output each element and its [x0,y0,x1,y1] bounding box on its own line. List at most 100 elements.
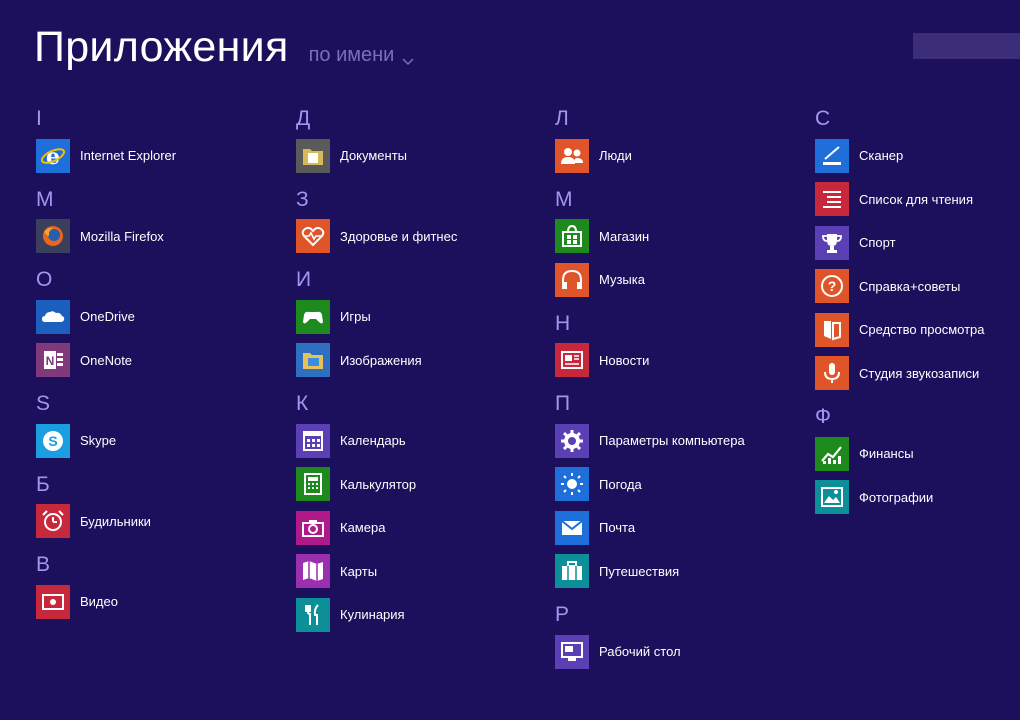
app-label: Карты [340,563,378,579]
app-почта[interactable]: Почта [555,506,795,550]
onenote-icon: N [36,343,70,378]
sort-label: по имени [308,44,395,66]
app-label: Календарь [340,433,406,449]
camera-icon [296,510,330,545]
svg-text:S: S [48,433,57,449]
header: Приложения по имени [34,22,414,72]
app-карты[interactable]: Карты [296,550,536,594]
app-список-для-чтения[interactable]: Список для чтения [815,178,1020,222]
app-спорт[interactable]: Спорт [815,221,1020,265]
app-сканер[interactable]: Сканер [815,134,1020,178]
app-будильники[interactable]: Будильники [36,500,276,544]
app-калькулятор[interactable]: Калькулятор [296,463,536,507]
app-параметры-компьютера[interactable]: Параметры компьютера [555,419,795,463]
app-label: Internet Explorer [80,148,177,164]
app-label: Фотографии [859,489,934,505]
group-letter[interactable]: I [36,104,66,134]
photos-icon [815,480,849,515]
app-погода[interactable]: Погода [555,463,795,507]
group-letter[interactable]: O [36,265,66,295]
group-letter[interactable]: Б [36,470,66,500]
group-letter[interactable]: Ф [815,402,845,432]
app-рабочий-стол[interactable]: Рабочий стол [555,630,795,674]
app-label: Изображения [340,352,422,368]
desktop-icon [555,634,589,669]
app-новости[interactable]: Новости [555,339,795,383]
group-letter[interactable]: В [36,550,66,580]
app-skype[interactable]: S Skype [36,419,276,463]
calculator-icon [296,467,330,502]
app-документы[interactable]: Документы [296,134,536,178]
app-магазин[interactable]: Магазин [555,215,795,259]
documents-folder-icon [296,138,330,173]
app-календарь[interactable]: Календарь [296,419,536,463]
finance-chart-icon [815,436,849,471]
sort-dropdown[interactable]: по имени [309,44,415,67]
suitcase-icon [555,554,589,589]
group-letter[interactable]: Д [296,104,326,134]
app-label: Видео [80,594,118,610]
app-справка-советы[interactable]: ? Справка+советы [815,265,1020,309]
people-icon [555,138,589,173]
group-letter[interactable]: П [555,389,585,419]
app-label: Будильники [80,513,151,529]
firefox-icon [36,219,70,254]
app-label: Список для чтения [859,191,973,207]
app-кулинария[interactable]: Кулинария [296,593,536,637]
apps-column-2: Д Документы З Здоровье и фитнес И Игры Изображ… [296,104,536,637]
app-средство-просмотра[interactable]: Средство просмотра [815,308,1020,352]
group-letter[interactable]: К [296,389,326,419]
app-видео[interactable]: Видео [36,580,276,624]
reader-icon [815,312,849,347]
alarm-clock-icon [36,504,70,539]
mail-icon [555,510,589,545]
group-letter[interactable]: M [36,185,66,215]
chevron-down-icon [402,50,414,65]
svg-text:e: e [46,144,60,169]
pictures-folder-icon [296,343,330,378]
heart-pulse-icon [296,219,330,254]
app-здоровье-и-фитнес[interactable]: Здоровье и фитнес [296,215,536,259]
apps-column-3: Л Люди М Магазин Музыка Н Новости П Параметры ко… [555,104,795,674]
app-label: Документы [340,148,408,164]
onedrive-icon [36,299,70,334]
svg-text:?: ? [828,278,837,294]
app-mozilla-firefox[interactable]: Mozilla Firefox [36,215,276,259]
help-icon: ? [815,269,849,304]
headphones-icon [555,262,589,297]
group-letter[interactable]: Н [555,309,585,339]
app-фотографии[interactable]: Фотографии [815,476,1020,520]
app-label: Сканер [859,148,904,164]
app-label: Магазин [599,228,650,244]
group-letter[interactable]: S [36,389,66,419]
maps-icon [296,554,330,589]
app-студия-звукозаписи[interactable]: Студия звукозаписи [815,352,1020,396]
group-letter[interactable]: Р [555,600,585,630]
gear-icon [555,423,589,458]
app-label: Рабочий стол [599,644,681,660]
group-letter[interactable]: С [815,104,845,134]
app-изображения[interactable]: Изображения [296,339,536,383]
app-камера[interactable]: Камера [296,506,536,550]
group-letter[interactable]: И [296,265,326,295]
group-letter[interactable]: Л [555,104,585,134]
apps-column-4: С Сканер Список для чтения Спорт? Справка+со… [815,104,1020,519]
group-letter[interactable]: З [296,185,326,215]
search-box[interactable] [913,33,1020,59]
scanner-icon [815,138,849,173]
app-internet-explorer[interactable]: e Internet Explorer [36,134,276,178]
app-onenote[interactable]: N OneNote [36,339,276,383]
app-музыка[interactable]: Музыка [555,258,795,302]
cutlery-icon [296,597,330,632]
app-игры[interactable]: Игры [296,295,536,339]
app-label: Студия звукозаписи [859,365,980,381]
app-люди[interactable]: Люди [555,134,795,178]
app-label: Кулинария [340,607,405,623]
store-icon [555,219,589,254]
news-icon [555,343,589,378]
skype-icon: S [36,423,70,458]
app-onedrive[interactable]: OneDrive [36,295,276,339]
app-путешествия[interactable]: Путешествия [555,550,795,594]
app-финансы[interactable]: Финансы [815,432,1020,476]
group-letter[interactable]: М [555,185,585,215]
